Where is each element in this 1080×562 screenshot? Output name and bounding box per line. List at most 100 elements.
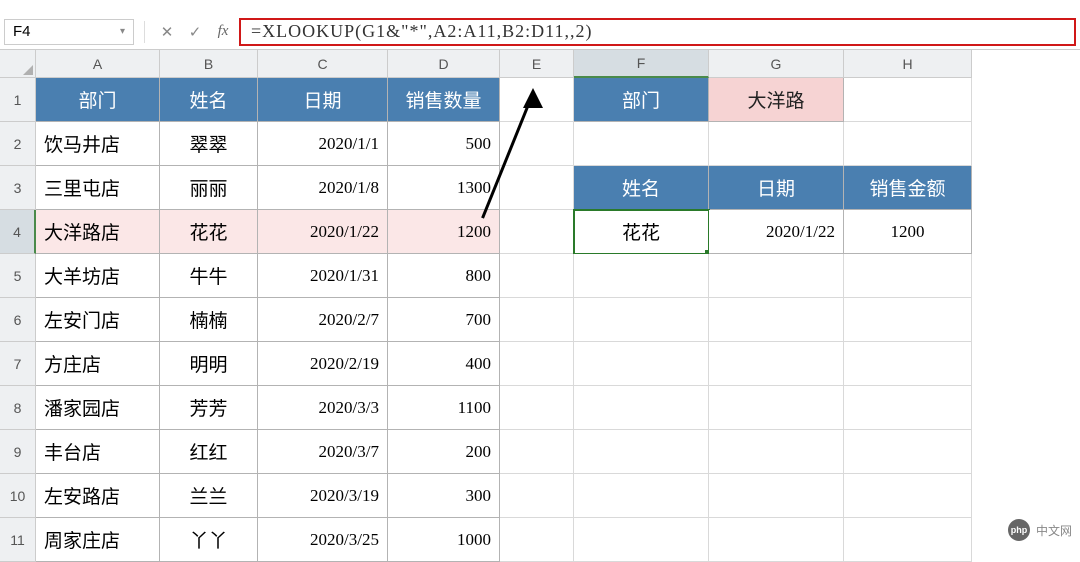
cell-A1[interactable]: 部门 bbox=[36, 78, 160, 122]
cell-B6[interactable]: 楠楠 bbox=[160, 298, 258, 342]
cell-F10[interactable] bbox=[574, 474, 709, 518]
cell-G8[interactable] bbox=[709, 386, 844, 430]
cell-B10[interactable]: 兰兰 bbox=[160, 474, 258, 518]
cell-E2[interactable] bbox=[500, 122, 574, 166]
cell-G6[interactable] bbox=[709, 298, 844, 342]
formula-input[interactable]: =XLOOKUP(G1&"*",A2:A11,B2:D11,,2) bbox=[239, 18, 1076, 46]
cell-A6[interactable]: 左安门店 bbox=[36, 298, 160, 342]
cell-H11[interactable] bbox=[844, 518, 972, 562]
cell-F1[interactable]: 部门 bbox=[574, 78, 709, 122]
cell-G11[interactable] bbox=[709, 518, 844, 562]
row-header-4[interactable]: 4 bbox=[0, 210, 36, 254]
cell-F7[interactable] bbox=[574, 342, 709, 386]
col-header-C[interactable]: C bbox=[258, 50, 388, 78]
cell-G2[interactable] bbox=[709, 122, 844, 166]
cell-E6[interactable] bbox=[500, 298, 574, 342]
cell-E1[interactable] bbox=[500, 78, 574, 122]
cell-C5[interactable]: 2020/1/31 bbox=[258, 254, 388, 298]
cell-E5[interactable] bbox=[500, 254, 574, 298]
cell-H9[interactable] bbox=[844, 430, 972, 474]
col-header-G[interactable]: G bbox=[709, 50, 844, 78]
cell-E10[interactable] bbox=[500, 474, 574, 518]
row-header-11[interactable]: 11 bbox=[0, 518, 36, 562]
cell-H5[interactable] bbox=[844, 254, 972, 298]
cell-A7[interactable]: 方庄店 bbox=[36, 342, 160, 386]
cell-F4[interactable]: 花花 bbox=[574, 210, 709, 254]
row-header-3[interactable]: 3 bbox=[0, 166, 36, 210]
cell-A4[interactable]: 大洋路店 bbox=[36, 210, 160, 254]
cell-A11[interactable]: 周家庄店 bbox=[36, 518, 160, 562]
name-box-dropdown-icon[interactable]: ▾ bbox=[120, 26, 125, 37]
cell-D1[interactable]: 销售数量 bbox=[388, 78, 500, 122]
cell-D11[interactable]: 1000 bbox=[388, 518, 500, 562]
cell-D6[interactable]: 700 bbox=[388, 298, 500, 342]
row-header-6[interactable]: 6 bbox=[0, 298, 36, 342]
cell-B8[interactable]: 芳芳 bbox=[160, 386, 258, 430]
cell-E7[interactable] bbox=[500, 342, 574, 386]
cell-H3[interactable]: 销售金额 bbox=[844, 166, 972, 210]
col-header-E[interactable]: E bbox=[500, 50, 574, 78]
row-header-7[interactable]: 7 bbox=[0, 342, 36, 386]
row-header-9[interactable]: 9 bbox=[0, 430, 36, 474]
cell-C8[interactable]: 2020/3/3 bbox=[258, 386, 388, 430]
cell-G1[interactable]: 大洋路 bbox=[709, 78, 844, 122]
cell-A2[interactable]: 饮马井店 bbox=[36, 122, 160, 166]
cell-A5[interactable]: 大羊坊店 bbox=[36, 254, 160, 298]
col-header-D[interactable]: D bbox=[388, 50, 500, 78]
col-header-B[interactable]: B bbox=[160, 50, 258, 78]
cell-B1[interactable]: 姓名 bbox=[160, 78, 258, 122]
cancel-icon[interactable]: ✕ bbox=[155, 23, 179, 41]
cell-E9[interactable] bbox=[500, 430, 574, 474]
accept-icon[interactable]: ✓ bbox=[183, 23, 207, 41]
cell-B9[interactable]: 红红 bbox=[160, 430, 258, 474]
cell-F9[interactable] bbox=[574, 430, 709, 474]
cell-G10[interactable] bbox=[709, 474, 844, 518]
cell-C11[interactable]: 2020/3/25 bbox=[258, 518, 388, 562]
cell-F8[interactable] bbox=[574, 386, 709, 430]
row-header-8[interactable]: 8 bbox=[0, 386, 36, 430]
cell-F11[interactable] bbox=[574, 518, 709, 562]
cell-E3[interactable] bbox=[500, 166, 574, 210]
cell-G4[interactable]: 2020/1/22 bbox=[709, 210, 844, 254]
col-header-F[interactable]: F bbox=[574, 50, 709, 78]
cell-D10[interactable]: 300 bbox=[388, 474, 500, 518]
cell-G9[interactable] bbox=[709, 430, 844, 474]
cell-C10[interactable]: 2020/3/19 bbox=[258, 474, 388, 518]
cell-D7[interactable]: 400 bbox=[388, 342, 500, 386]
cell-B3[interactable]: 丽丽 bbox=[160, 166, 258, 210]
row-header-5[interactable]: 5 bbox=[0, 254, 36, 298]
cell-F2[interactable] bbox=[574, 122, 709, 166]
cell-D9[interactable]: 200 bbox=[388, 430, 500, 474]
cell-C4[interactable]: 2020/1/22 bbox=[258, 210, 388, 254]
cell-E11[interactable] bbox=[500, 518, 574, 562]
cell-B2[interactable]: 翠翠 bbox=[160, 122, 258, 166]
cell-H7[interactable] bbox=[844, 342, 972, 386]
row-header-1[interactable]: 1 bbox=[0, 78, 36, 122]
cell-F3[interactable]: 姓名 bbox=[574, 166, 709, 210]
col-header-A[interactable]: A bbox=[36, 50, 160, 78]
select-all-corner[interactable] bbox=[0, 50, 36, 78]
cell-A10[interactable]: 左安路店 bbox=[36, 474, 160, 518]
cell-D8[interactable]: 1100 bbox=[388, 386, 500, 430]
cell-C7[interactable]: 2020/2/19 bbox=[258, 342, 388, 386]
cell-C1[interactable]: 日期 bbox=[258, 78, 388, 122]
cell-G7[interactable] bbox=[709, 342, 844, 386]
col-header-H[interactable]: H bbox=[844, 50, 972, 78]
cell-E8[interactable] bbox=[500, 386, 574, 430]
cell-B4[interactable]: 花花 bbox=[160, 210, 258, 254]
cell-H2[interactable] bbox=[844, 122, 972, 166]
cell-E4[interactable] bbox=[500, 210, 574, 254]
cell-A3[interactable]: 三里屯店 bbox=[36, 166, 160, 210]
cell-B5[interactable]: 牛牛 bbox=[160, 254, 258, 298]
row-header-2[interactable]: 2 bbox=[0, 122, 36, 166]
cell-A9[interactable]: 丰台店 bbox=[36, 430, 160, 474]
cell-B11[interactable]: 丫丫 bbox=[160, 518, 258, 562]
cell-H10[interactable] bbox=[844, 474, 972, 518]
cell-D3[interactable]: 1300 bbox=[388, 166, 500, 210]
cell-H4[interactable]: 1200 bbox=[844, 210, 972, 254]
cell-F6[interactable] bbox=[574, 298, 709, 342]
cell-A8[interactable]: 潘家园店 bbox=[36, 386, 160, 430]
row-header-10[interactable]: 10 bbox=[0, 474, 36, 518]
cell-D5[interactable]: 800 bbox=[388, 254, 500, 298]
cell-C3[interactable]: 2020/1/8 bbox=[258, 166, 388, 210]
